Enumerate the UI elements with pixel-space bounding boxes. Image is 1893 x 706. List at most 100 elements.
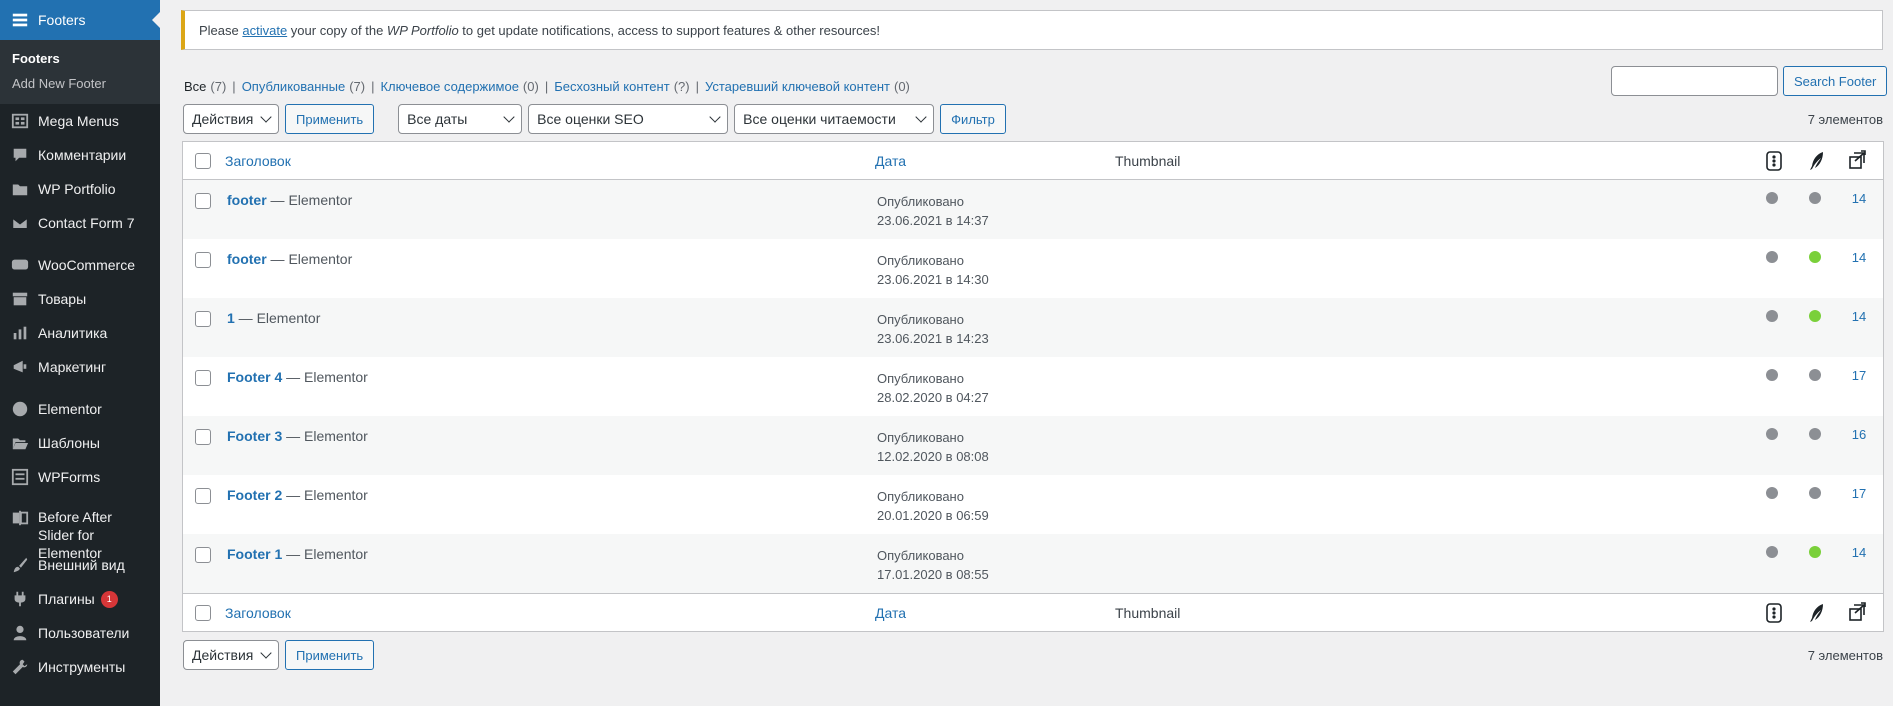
title-cell: footer — Elementor [227,192,352,208]
title-cell: Footer 2 — Elementor [227,487,368,503]
date-cell: Опубликовано 23.06.2021 в 14:23 [877,310,989,348]
row-checkbox[interactable] [195,370,211,386]
links-count-icon[interactable] [1848,602,1868,625]
column-thumbnail-footer: Thumbnail [1115,604,1181,621]
filter-button[interactable]: Фильтр [940,104,1006,134]
links-count[interactable]: 14 [1849,191,1869,206]
view-link[interactable]: Ключевое содержимое [380,79,518,94]
view-link[interactable]: Все [184,79,206,94]
column-date-sort[interactable]: Дата [875,153,906,169]
sidebar-item-label: Маркетинг [38,359,107,375]
table-row: Footer 3 — Elementor Опубликовано 12.02.20… [183,416,1883,475]
bulk-actions-select-bottom[interactable]: Действия [183,640,279,670]
links-count-icon[interactable] [1848,150,1868,173]
post-title-link[interactable]: Footer 1 [227,546,282,562]
readability-score-icon[interactable] [1809,603,1825,626]
post-date: 23.06.2021 в 14:37 [877,213,989,228]
view-link[interactable]: Устаревший ключевой контент [705,79,890,94]
sidebar-item-grid[interactable]: Mega Menus [0,104,160,138]
seo-score-icon[interactable] [1766,151,1782,174]
sidebar-item-mail[interactable]: Contact Form 7 [0,206,160,240]
row-checkbox[interactable] [195,547,211,563]
view-link[interactable]: Опубликованные [242,79,346,94]
archive-icon [10,289,30,309]
apply-button-bottom[interactable]: Применить [285,640,375,670]
post-title-link[interactable]: Footer 2 [227,487,282,503]
row-checkbox[interactable] [195,488,211,504]
seo-score-icon[interactable] [1766,603,1782,626]
sidebar-item-footers[interactable]: Footers [0,0,160,40]
row-checkbox[interactable] [195,193,211,209]
readability-score-icon[interactable] [1809,151,1825,174]
seo-filter-select[interactable]: Все оценки SEO [528,104,729,134]
notice-text: your copy of the [287,22,387,38]
sidebar-item-woo[interactable]: WooCommerce [0,248,160,282]
apply-button[interactable]: Применить [285,104,375,134]
admin-sidebar: Footers Footers Add New Footer Mega Menu… [0,0,160,706]
select-all-checkbox[interactable] [195,153,211,169]
select-value: Все даты [407,111,468,127]
sidebar-item-user[interactable]: Пользователи [0,616,160,650]
sidebar-item-comment[interactable]: Комментарии [0,138,160,172]
elementor-icon [10,399,30,419]
view-link[interactable]: Бесхозный контент [554,79,669,94]
readability-filter-select[interactable]: Все оценки читаемости [734,104,935,134]
sidebar-item-label: Инструменты [38,659,126,675]
column-title-sort[interactable]: Заголовок [225,153,291,169]
date-cell: Опубликовано 12.02.2020 в 08:08 [877,428,989,466]
sidebar-item-elementor[interactable]: Elementor [0,392,160,426]
sidebar-item-folder-open[interactable]: Шаблоны [0,426,160,460]
date-cell: Опубликовано 23.06.2021 в 14:37 [877,192,989,230]
post-title-link[interactable]: Footer 3 [227,428,282,444]
sidebar-item-wrench[interactable]: Инструменты [0,650,160,684]
sidebar-item-plugin[interactable]: Плагины 1 [0,582,160,616]
tablenav-top: Действия Применить Все даты Все оценки S… [183,104,1006,134]
seo-score-dot [1766,428,1778,440]
post-state: — Elementor [282,369,368,385]
post-date: 23.06.2021 в 14:23 [877,331,989,346]
chevron-down-icon [260,647,272,659]
row-checkbox[interactable] [195,252,211,268]
post-title-link[interactable]: footer [227,251,267,267]
date-cell: Опубликовано 17.01.2020 в 08:55 [877,546,989,584]
title-cell: Footer 4 — Elementor [227,369,368,385]
post-title-link[interactable]: 1 [227,310,235,326]
links-count[interactable]: 14 [1849,250,1869,265]
sidebar-item-archive[interactable]: Товары [0,282,160,316]
table-row: footer — Elementor Опубликовано 23.06.2021… [183,180,1883,239]
submenu-footers[interactable]: Footers [0,46,160,71]
date-filter-select[interactable]: Все даты [398,104,523,134]
woo-icon [10,255,30,275]
bulk-actions-select[interactable]: Действия [183,104,279,134]
row-checkbox[interactable] [195,429,211,445]
sidebar-item-form[interactable]: WPForms [0,460,160,494]
activate-link[interactable]: activate [242,23,287,38]
sidebar-item-slider[interactable]: Before After Slider for Elementor [0,502,160,561]
links-count[interactable]: 17 [1849,486,1869,501]
links-count[interactable]: 14 [1849,309,1869,324]
post-title-link[interactable]: footer [227,192,267,208]
search-footer-button[interactable]: Search Footer [1783,66,1888,96]
column-date-sort-footer[interactable]: Дата [875,605,906,621]
links-count[interactable]: 14 [1849,545,1869,560]
sidebar-item-megaphone[interactable]: Маркетинг [0,350,160,384]
chevron-down-icon [503,111,515,123]
bar-chart-icon [10,323,30,343]
select-value: Действия [192,647,254,663]
view-count: (0) [522,79,539,94]
column-title-sort-footer[interactable]: Заголовок [225,605,291,621]
links-count[interactable]: 17 [1849,368,1869,383]
sidebar-item-label: Mega Menus [38,113,119,129]
select-all-checkbox-footer[interactable] [195,605,211,621]
post-state: — Elementor [282,546,368,562]
row-checkbox[interactable] [195,311,211,327]
mail-icon [10,213,30,233]
sidebar-item-label: WPForms [38,469,101,485]
post-date: 20.01.2020 в 06:59 [877,508,989,523]
sidebar-item-folder[interactable]: WP Portfolio [0,172,160,206]
submenu-add-new-footer[interactable]: Add New Footer [0,71,160,96]
search-input[interactable] [1611,66,1778,96]
sidebar-item-bar-chart[interactable]: Аналитика [0,316,160,350]
post-title-link[interactable]: Footer 4 [227,369,282,385]
links-count[interactable]: 16 [1849,427,1869,442]
